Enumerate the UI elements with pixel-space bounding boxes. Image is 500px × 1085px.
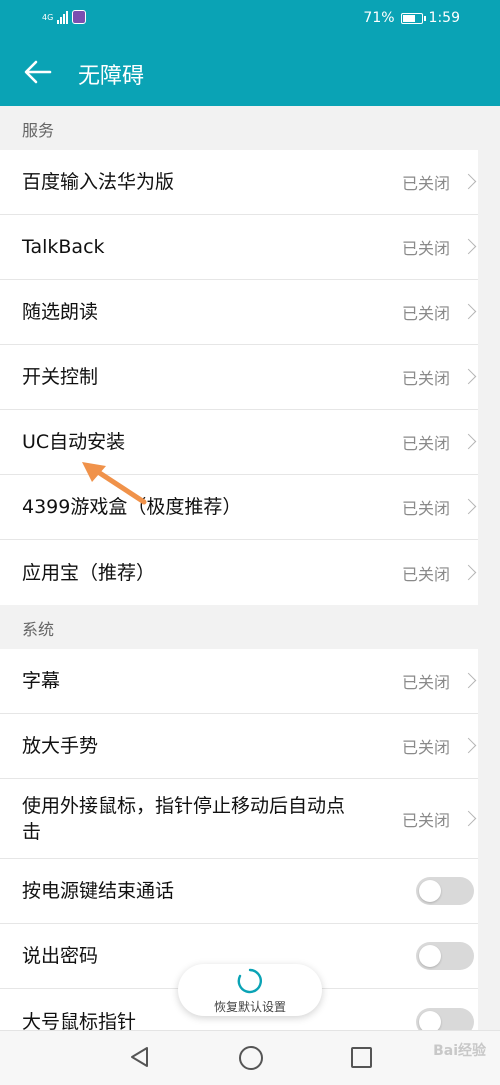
settings-row[interactable]: 4399游戏盒（极度推荐） 已关闭 [0, 475, 478, 540]
restore-defaults-label: 恢复默认设置 [213, 1000, 286, 1014]
navigation-bar [0, 1030, 500, 1085]
battery-icon [400, 12, 426, 24]
settings-row-status: 已关闭 [401, 564, 450, 584]
settings-list: 服务 百度输入法华为版 已关闭 TalkBack 已关闭 随选朗读 已关闭 开关控制 已关闭 UC… [0, 106, 500, 1054]
settings-row[interactable]: 按电源键结束通话 [0, 859, 478, 924]
nav-home-icon[interactable] [239, 1046, 263, 1070]
toggle-knob [419, 880, 441, 902]
settings-row-status: 已关闭 [401, 304, 450, 323]
nav-back-icon[interactable] [128, 1045, 152, 1069]
chevron-right-icon [460, 303, 477, 320]
settings-row-label: 随选朗读 [22, 301, 99, 323]
chevron-right-icon [460, 368, 477, 385]
app-bar: 无障碍 [0, 38, 500, 106]
settings-row-status: 已关闭 [401, 434, 450, 453]
settings-row-status: 已关闭 [401, 499, 450, 518]
notification-app-icon [72, 10, 87, 24]
settings-row-status: 已关闭 [401, 738, 450, 757]
nav-recents-icon[interactable] [351, 1047, 372, 1068]
restore-icon [237, 968, 262, 994]
settings-row-status: 已关闭 [401, 239, 450, 258]
settings-row-status: 已关闭 [401, 810, 450, 830]
settings-row-label: 字幕 [22, 670, 61, 692]
settings-row-label: 放大手势 [22, 735, 99, 757]
annotation-arrow-icon [82, 462, 147, 505]
restore-defaults-button[interactable]: 恢复默认设置 [178, 964, 322, 1016]
settings-row[interactable]: 使用外接鼠标，指针停止移动后自动点击 已关闭 [0, 779, 478, 859]
section-header: 服务 [0, 106, 500, 150]
chevron-right-icon [460, 498, 477, 515]
chevron-right-icon [460, 173, 477, 190]
settings-row-label: 说出密码 [22, 945, 99, 967]
network-type: 4G [42, 12, 54, 22]
toggle-switch[interactable] [416, 942, 474, 970]
settings-row[interactable]: TalkBack 已关闭 [0, 215, 478, 280]
section-header: 系统 [0, 605, 500, 649]
chevron-right-icon [460, 737, 477, 754]
chevron-right-icon [460, 433, 477, 450]
settings-row[interactable]: 开关控制 已关闭 [0, 345, 478, 410]
settings-row[interactable]: 放大手势 已关闭 [0, 714, 478, 779]
chevron-right-icon [460, 672, 477, 689]
status-right: 71% 1:59 [363, 10, 460, 26]
signal-icon [57, 10, 69, 24]
settings-row-label: 使用外接鼠标，指针停止移动后自动点击 [22, 794, 346, 843]
chevron-right-icon [460, 238, 477, 255]
settings-row-status: 已关闭 [401, 369, 450, 388]
status-bar: 4G 71% 1:59 [0, 0, 500, 38]
status-left: 4G [42, 10, 87, 24]
settings-row-label: 按电源键结束通话 [22, 880, 175, 902]
battery-percent: 71% [363, 10, 395, 26]
settings-row-label: UC自动安装 [22, 431, 126, 453]
watermark: Bai经验 [433, 1043, 486, 1059]
settings-row-label: TalkBack [22, 236, 105, 258]
toggle-knob [419, 945, 441, 967]
settings-row-label: 百度输入法华为版 [22, 171, 175, 193]
settings-row[interactable]: UC自动安装 已关闭 [0, 410, 478, 475]
toggle-switch[interactable] [416, 877, 474, 905]
arrow-left-icon[interactable] [22, 56, 54, 88]
settings-row[interactable]: 随选朗读 已关闭 [0, 280, 478, 345]
settings-row[interactable]: 字幕 已关闭 [0, 649, 478, 714]
clock: 1:59 [428, 10, 460, 26]
chevron-right-icon [460, 564, 477, 580]
chevron-right-icon [460, 810, 477, 826]
settings-row-label: 应用宝（推荐） [22, 561, 156, 584]
settings-row[interactable]: 百度输入法华为版 已关闭 [0, 150, 478, 215]
settings-row-status: 已关闭 [401, 174, 450, 193]
section-card: 百度输入法华为版 已关闭 TalkBack 已关闭 随选朗读 已关闭 开关控制 已关闭 UC自动… [0, 150, 478, 605]
settings-row[interactable]: 应用宝（推荐） 已关闭 [0, 540, 478, 605]
settings-row-label: 开关控制 [22, 366, 99, 388]
page-title: 无障碍 [78, 64, 145, 89]
settings-row-status: 已关闭 [401, 673, 450, 692]
